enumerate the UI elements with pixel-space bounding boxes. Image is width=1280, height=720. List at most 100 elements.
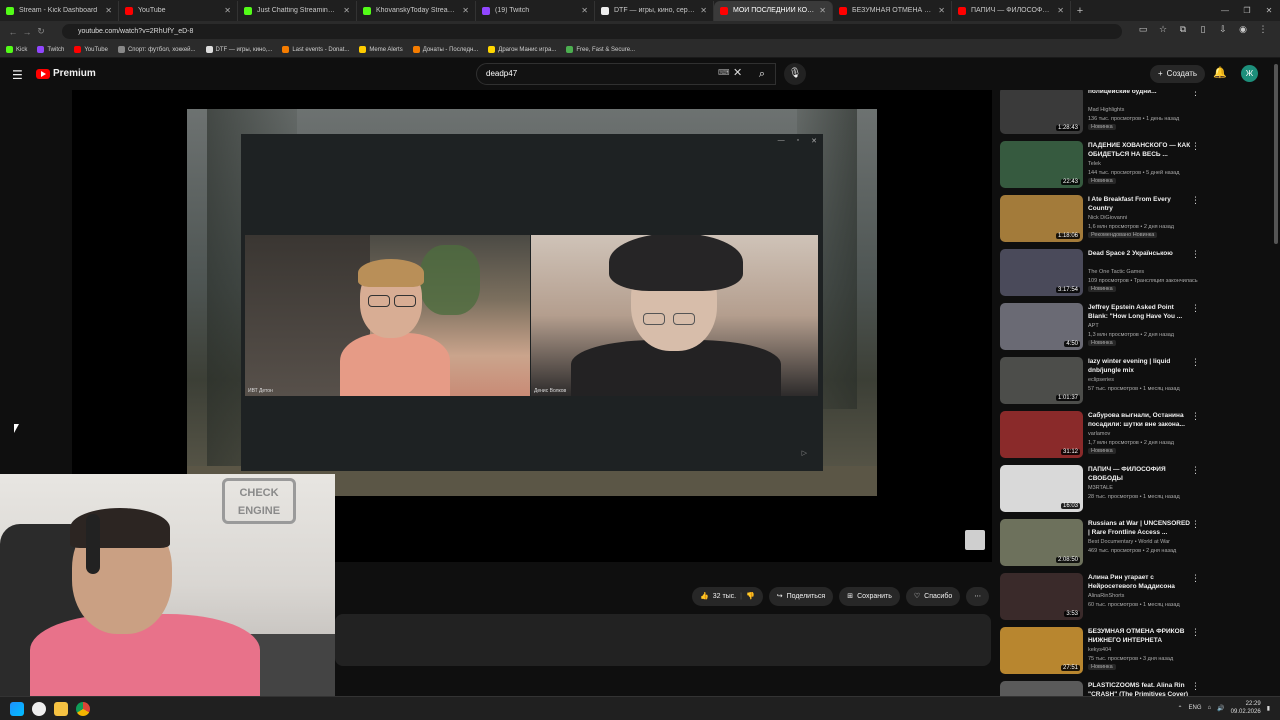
language-indicator[interactable]: ENG xyxy=(1189,705,1202,711)
tray-chevron-icon[interactable]: ⌃ xyxy=(1178,705,1183,712)
recommended-video[interactable]: 3:28 PLASTICZOOMS feat. Alina Rin "CRASH… xyxy=(1000,681,1200,696)
video-thumbnail[interactable]: 2:08:50 xyxy=(1000,519,1083,566)
save-button[interactable]: ⊞ Сохранить xyxy=(839,587,900,606)
create-button[interactable]: + Создать xyxy=(1150,65,1206,83)
thanks-button[interactable]: ♡ Спасибо xyxy=(905,587,961,606)
video-title[interactable]: ПАПИЧ — ФИЛОСОФИЯ СВОБОДЫ xyxy=(1088,465,1192,483)
bookmark-item[interactable]: Kick xyxy=(6,46,27,53)
maximize-icon[interactable]: ❐ xyxy=(1236,0,1258,21)
recommended-video[interactable]: 1:01:37 lazy winter evening | liquid dnb… xyxy=(1000,357,1200,407)
channel-name[interactable]: APT xyxy=(1088,323,1099,329)
close-tab-icon[interactable]: ✕ xyxy=(581,6,588,15)
close-tab-icon[interactable]: ✕ xyxy=(224,6,231,15)
video-thumbnail[interactable]: 3:17:54 xyxy=(1000,249,1083,296)
yandex-browser-icon[interactable] xyxy=(32,702,46,716)
video-title[interactable]: полицейские будни... xyxy=(1088,90,1192,96)
profile-icon[interactable]: ◉ xyxy=(1236,24,1250,35)
network-icon[interactable]: ⌂ xyxy=(1208,705,1212,711)
video-description[interactable] xyxy=(335,614,991,666)
close-tab-icon[interactable]: ✕ xyxy=(819,6,826,15)
recommended-video[interactable]: 31:12 Сабурова выгнали, Останина посадил… xyxy=(1000,411,1200,461)
more-options-icon[interactable]: ⋮ xyxy=(1191,90,1200,98)
video-thumbnail[interactable]: 31:12 xyxy=(1000,411,1083,458)
video-thumbnail[interactable]: 1:18:06 xyxy=(1000,195,1083,242)
share-button[interactable]: ↪ Поделиться xyxy=(768,587,834,606)
browser-tab[interactable]: БЕЗУМНАЯ ОТМЕНА ФРИКОВ ✕ xyxy=(833,0,952,21)
video-thumbnail[interactable]: 16:03 xyxy=(1000,465,1083,512)
more-actions-button[interactable]: ⋯ xyxy=(966,587,990,606)
download-icon[interactable]: ⇩ xyxy=(1216,24,1230,35)
cast-icon[interactable]: ▭ xyxy=(1136,24,1150,35)
microphone-icon[interactable]: 🎙 xyxy=(784,63,806,85)
recommended-video[interactable]: 27:51 БЕЗУМНАЯ ОТМЕНА ФРИКОВ НИЖНЕГО ИНТ… xyxy=(1000,627,1200,677)
browser-tab[interactable]: МОЙ ПОСЛЕДНИЙ КОНФЛИКТ ✕ xyxy=(714,0,833,21)
more-options-icon[interactable]: ⋮ xyxy=(1191,303,1200,314)
more-options-icon[interactable]: ⋮ xyxy=(1191,249,1200,260)
browser-tab[interactable]: Stream - Kick Dashboard ✕ xyxy=(0,0,119,21)
browser-tab[interactable]: (19) Twitch ✕ xyxy=(476,0,595,21)
bookmark-item[interactable]: YouTube xyxy=(74,46,108,53)
channel-watermark[interactable] xyxy=(965,530,985,550)
video-title[interactable]: Сабурова выгнали, Останина посадили: шут… xyxy=(1088,411,1192,429)
channel-name[interactable]: Mad Highlights xyxy=(1088,107,1124,113)
browser-tab[interactable]: Just Chatting Streaming - Live ✕ xyxy=(238,0,357,21)
like-button[interactable]: 👍 32 тыс. | 👎 xyxy=(692,587,763,606)
browser-tab[interactable]: KhovanskyToday Stream - Watch ✕ xyxy=(357,0,476,21)
bookmark-item[interactable]: Free, Fast & Secure... xyxy=(566,46,635,53)
new-tab-icon[interactable]: + xyxy=(1071,5,1089,17)
more-options-icon[interactable]: ⋮ xyxy=(1191,681,1200,692)
browser-tab[interactable]: DTF — игры, кино, сериалы, разработка ✕ xyxy=(595,0,714,21)
avatar[interactable]: Ж xyxy=(1241,65,1258,82)
bookmark-item[interactable]: Донаты - Последн... xyxy=(412,46,478,53)
url-field[interactable]: youtube.com/watch?v=2RhUfY_eD-8 xyxy=(62,24,1122,39)
more-options-icon[interactable]: ⋮ xyxy=(1191,357,1200,368)
recommended-video[interactable]: 1:18:06 I Ate Breakfast From Every Count… xyxy=(1000,195,1200,245)
bookmark-item[interactable]: Last events - Donat... xyxy=(282,46,349,53)
video-thumbnail[interactable]: 4:50 xyxy=(1000,303,1083,350)
video-title[interactable]: Jeffrey Epstein Asked Point Blank: "How … xyxy=(1088,303,1192,321)
video-thumbnail[interactable]: 1:28:43 xyxy=(1000,90,1083,134)
more-options-icon[interactable]: ⋮ xyxy=(1191,195,1200,206)
video-thumbnail[interactable]: 3:28 xyxy=(1000,681,1083,696)
forward-icon[interactable]: → xyxy=(20,27,34,37)
more-options-icon[interactable]: ⋮ xyxy=(1191,465,1200,476)
video-title[interactable]: БЕЗУМНАЯ ОТМЕНА ФРИКОВ НИЖНЕГО ИНТЕРНЕТА xyxy=(1088,627,1192,645)
channel-name[interactable]: Best Documentary • World at War xyxy=(1088,539,1170,545)
menu-icon[interactable]: ☰ xyxy=(12,68,23,82)
channel-name[interactable]: M3RTALE xyxy=(1088,485,1113,491)
video-title[interactable]: Алина Рин угарает с Нейросетевого Маддис… xyxy=(1088,573,1192,591)
recommended-video[interactable]: 3:53 Алина Рин угарает с Нейросетевого М… xyxy=(1000,573,1200,623)
close-tab-icon[interactable]: ✕ xyxy=(1057,6,1064,15)
video-thumbnail[interactable]: 27:51 xyxy=(1000,627,1083,674)
browser-tab[interactable]: ПАПИЧ — ФИЛОСОФИЯ СВОБОДЫ ✕ xyxy=(952,0,1071,21)
close-tab-icon[interactable]: ✕ xyxy=(938,6,945,15)
minimize-icon[interactable]: — xyxy=(1214,0,1236,21)
recommended-video[interactable]: 1:28:43 полицейские будни... Mad Highlig… xyxy=(1000,90,1200,137)
bookmark-item[interactable]: Драгон Манис игра... xyxy=(488,46,556,53)
browser-tab[interactable]: YouTube ✕ xyxy=(119,0,238,21)
channel-name[interactable]: Nick DiGiovanni xyxy=(1088,215,1127,221)
recommended-video[interactable]: 4:50 Jeffrey Epstein Asked Point Blank: … xyxy=(1000,303,1200,353)
reload-icon[interactable]: ↻ xyxy=(34,26,48,37)
channel-name[interactable]: varlamov xyxy=(1088,431,1110,437)
volume-icon[interactable]: 🔊 xyxy=(1217,705,1224,712)
menu-dots-icon[interactable]: ⋮ xyxy=(1256,24,1270,35)
bookmark-item[interactable]: Спорт: футбол, хоккей... xyxy=(117,46,196,53)
recommended-video[interactable]: 3:17:54 Dead Space 2 Українською The One… xyxy=(1000,249,1200,299)
channel-name[interactable]: kekys404 xyxy=(1088,647,1111,653)
notification-center-icon[interactable]: ▮ xyxy=(1267,705,1270,712)
close-tab-icon[interactable]: ✕ xyxy=(700,6,707,15)
recommended-video[interactable]: 16:03 ПАПИЧ — ФИЛОСОФИЯ СВОБОДЫ M3RTALE … xyxy=(1000,465,1200,515)
search-input[interactable]: deadp47 xyxy=(476,63,776,85)
video-thumbnail[interactable]: 3:53 xyxy=(1000,573,1083,620)
video-title[interactable]: Russians at War | UNCENSORED | Rare Fron… xyxy=(1088,519,1192,537)
scrollbar[interactable] xyxy=(1274,64,1278,244)
search-icon[interactable]: ⌕ xyxy=(748,63,776,85)
clock[interactable]: 22:29 09.02.2026 xyxy=(1231,700,1261,716)
more-options-icon[interactable]: ⋮ xyxy=(1191,519,1200,530)
close-tab-icon[interactable]: ✕ xyxy=(105,6,112,15)
video-thumbnail[interactable]: 22:43 xyxy=(1000,141,1083,188)
more-options-icon[interactable]: ⋮ xyxy=(1191,411,1200,422)
video-thumbnail[interactable]: 1:01:37 xyxy=(1000,357,1083,404)
video-title[interactable]: ПАДЕНИЕ ХОВАНСКОГО — КАК ОБИДЕТЬСЯ НА ВЕ… xyxy=(1088,141,1192,159)
